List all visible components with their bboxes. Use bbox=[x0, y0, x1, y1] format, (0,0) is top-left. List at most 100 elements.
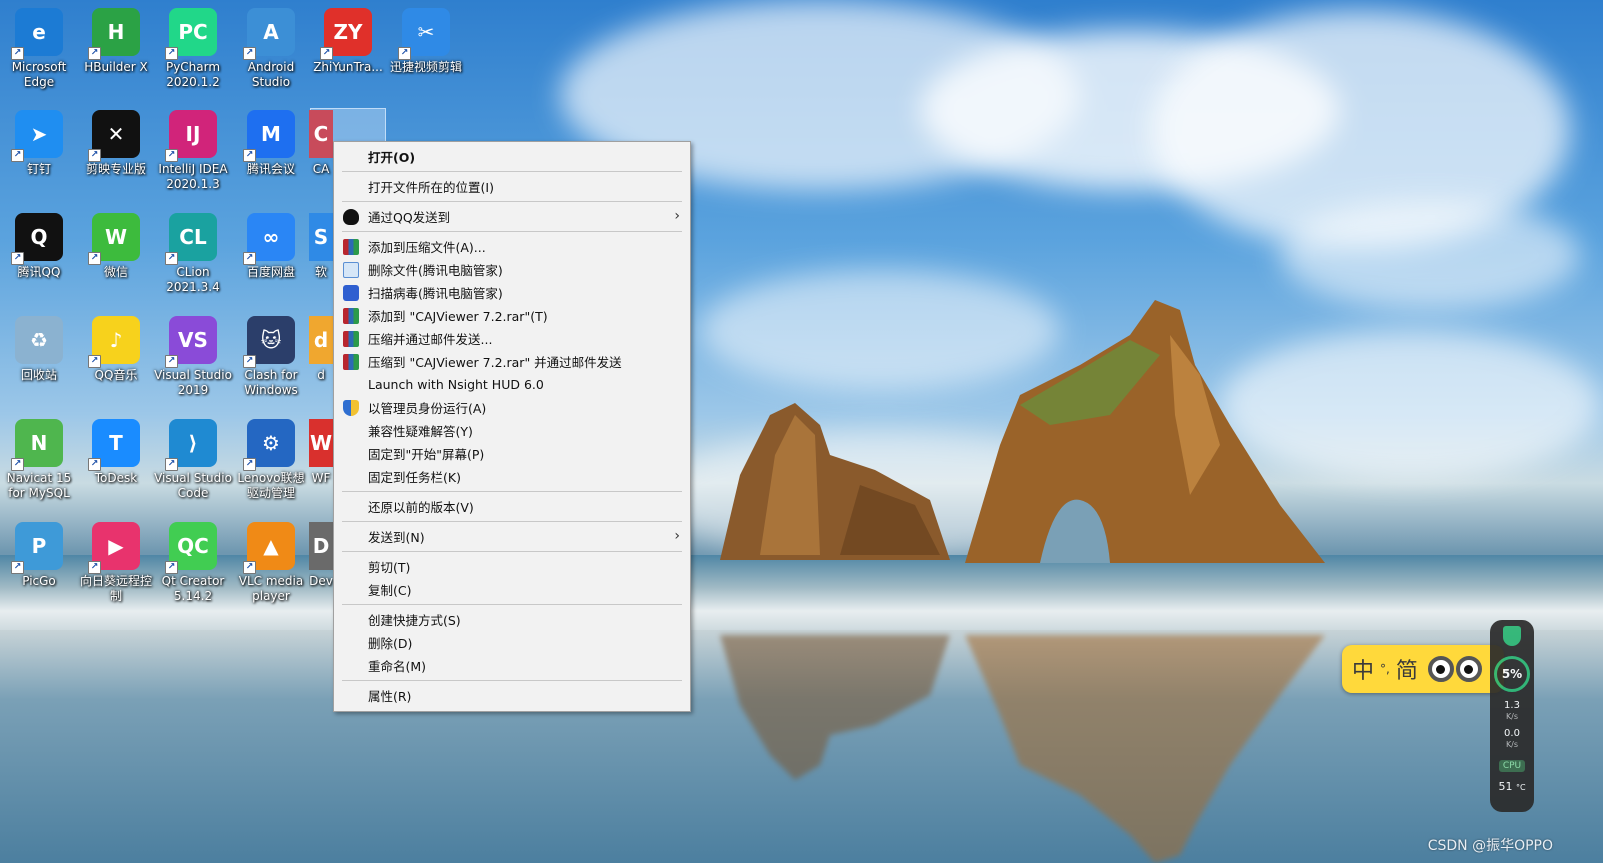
menu-item-run-as-admin[interactable]: 以管理员身份运行(A) bbox=[334, 396, 690, 419]
desktop-icon[interactable]: d↗ d bbox=[309, 316, 333, 383]
shortcut-arrow-icon: ↗ bbox=[165, 149, 178, 162]
desktop-icon-label: WF bbox=[311, 471, 331, 485]
menu-separator bbox=[342, 551, 682, 552]
desktop-icon[interactable]: 🐱 ↗ Clash for Windows bbox=[232, 316, 310, 398]
desktop-icon-label: 向日葵远程控制 bbox=[79, 574, 152, 603]
desktop-icon[interactable]: T ↗ ToDesk bbox=[77, 419, 155, 486]
menu-item-troubleshoot[interactable]: 兼容性疑难解答(Y) bbox=[334, 419, 690, 442]
system-monitor-widget[interactable]: 5% 1.3 K/s 0.0 K/s CPU 51 °C bbox=[1490, 620, 1534, 812]
desktop-icon-label: CLion 2021.3.4 bbox=[166, 265, 220, 294]
desktop-icon[interactable]: Q ↗ 腾讯QQ bbox=[0, 213, 78, 280]
ime-status-bar[interactable]: 中 °, 简 bbox=[1342, 645, 1504, 693]
ime-language-indicator[interactable]: 中 bbox=[1352, 653, 1374, 685]
menu-item-send-via-qq[interactable]: 通过QQ发送到 › bbox=[334, 205, 690, 228]
menu-item-add-to-rar[interactable]: 添加到 "CAJViewer 7.2.rar"(T) bbox=[334, 304, 690, 327]
menu-item-cut[interactable]: 剪切(T) bbox=[334, 555, 690, 578]
menu-item-add-to-archive[interactable]: 添加到压缩文件(A)... bbox=[334, 235, 690, 258]
shortcut-arrow-icon: ↗ bbox=[320, 47, 333, 60]
desktop-icon[interactable]: W ↗ 微信 bbox=[77, 213, 155, 280]
desktop-icon[interactable]: N ↗ Navicat 15 for MySQL bbox=[0, 419, 78, 501]
menu-item-send-to[interactable]: 发送到(N) › bbox=[334, 525, 690, 548]
download-speed-value: 0.0 bbox=[1504, 728, 1520, 739]
desktop-icon[interactable]: ⟩ ↗ Visual Studio Code bbox=[154, 419, 232, 501]
desktop-icon[interactable]: ZY ↗ ZhiYunTra... bbox=[309, 8, 387, 75]
menu-item-rename[interactable]: 重命名(M) bbox=[334, 654, 690, 677]
visual-studio-icon: VS ↗ bbox=[165, 316, 217, 368]
desktop-icon[interactable]: C↗ CA bbox=[309, 110, 333, 177]
desktop-icon-label: ToDesk bbox=[94, 471, 138, 485]
desktop-icon[interactable]: PC ↗ PyCharm 2020.1.2 bbox=[154, 8, 232, 90]
shortcut-arrow-icon: ↗ bbox=[165, 355, 178, 368]
desktop-icon[interactable]: P ↗ PicGo bbox=[0, 522, 78, 589]
menu-item-nsight-label: Launch with Nsight HUD 6.0 bbox=[368, 377, 544, 392]
menu-item-troubleshoot-label: 兼容性疑难解答(Y) bbox=[368, 424, 473, 439]
desktop-icon[interactable]: ✂ ↗ 迅捷视频剪辑 bbox=[387, 8, 465, 75]
menu-item-send-via-qq-label: 通过QQ发送到 bbox=[368, 210, 451, 225]
desktop-icon[interactable]: QC ↗ Qt Creator 5.14.2 bbox=[154, 522, 232, 604]
shortcut-arrow-icon: ↗ bbox=[243, 252, 256, 265]
menu-item-pin-start-label: 固定到"开始"屏幕(P) bbox=[368, 447, 485, 462]
menu-item-restore-versions[interactable]: 还原以前的版本(V) bbox=[334, 495, 690, 518]
shortcut-arrow-icon: ↗ bbox=[243, 355, 256, 368]
menu-item-scan-virus-label: 扫描病毒(腾讯电脑管家) bbox=[368, 286, 503, 301]
ime-punctuation-indicator[interactable]: °, bbox=[1380, 662, 1390, 676]
desktop-icon[interactable]: W↗ WF bbox=[309, 419, 333, 486]
menu-item-properties[interactable]: 属性(R) bbox=[334, 684, 690, 707]
desktop-icon[interactable]: e ↗ Microsoft Edge bbox=[0, 8, 78, 90]
uac-shield-icon bbox=[343, 400, 359, 416]
menu-item-delete-file-tencent[interactable]: 删除文件(腾讯电脑管家) bbox=[334, 258, 690, 281]
menu-item-create-shortcut[interactable]: 创建快捷方式(S) bbox=[334, 608, 690, 631]
menu-item-nsight[interactable]: Launch with Nsight HUD 6.0 bbox=[334, 373, 690, 396]
download-speed: 0.0 K/s bbox=[1504, 728, 1520, 750]
submenu-arrow-icon: › bbox=[674, 528, 680, 544]
desktop-icon[interactable]: ✕ ↗ 剪映专业版 bbox=[77, 110, 155, 177]
desktop-icon[interactable]: ♪ ↗ QQ音乐 bbox=[77, 316, 155, 383]
desktop-icon[interactable]: ▶ ↗ 向日葵远程控制 bbox=[77, 522, 155, 604]
desktop-icon[interactable]: A ↗ Android Studio bbox=[232, 8, 310, 90]
shortcut-arrow-icon: ↗ bbox=[11, 458, 24, 471]
ime-simplified-indicator[interactable]: 简 bbox=[1396, 653, 1418, 685]
menu-item-rename-label: 重命名(M) bbox=[368, 659, 427, 674]
menu-item-open[interactable]: 打开(O) bbox=[334, 145, 690, 168]
desktop-icon-label: Dev bbox=[309, 574, 333, 588]
menu-item-pin-taskbar[interactable]: 固定到任务栏(K) bbox=[334, 465, 690, 488]
shortcut-arrow-icon: ↗ bbox=[243, 561, 256, 574]
desktop-icon[interactable]: ♻ 回收站 bbox=[0, 316, 78, 383]
shortcut-arrow-icon: ↗ bbox=[243, 458, 256, 471]
desktop-icon[interactable]: CL ↗ CLion 2021.3.4 bbox=[154, 213, 232, 295]
desktop-icon[interactable]: H ↗ HBuilder X bbox=[77, 8, 155, 75]
desktop-icon[interactable]: VS ↗ Visual Studio 2019 bbox=[154, 316, 232, 398]
desktop-icon[interactable]: D↗ Dev bbox=[309, 522, 333, 589]
menu-item-compress-email-label: 压缩并通过邮件发送... bbox=[368, 332, 493, 347]
desktop-icon[interactable]: IJ ↗ IntelliJ IDEA 2020.1.3 bbox=[154, 110, 232, 192]
todesk-icon: T ↗ bbox=[88, 419, 140, 471]
shortcut-arrow-icon: ↗ bbox=[88, 355, 101, 368]
menu-item-delete[interactable]: 删除(D) bbox=[334, 631, 690, 654]
desktop-icon[interactable]: ∞ ↗ 百度网盘 bbox=[232, 213, 310, 280]
menu-item-pin-start[interactable]: 固定到"开始"屏幕(P) bbox=[334, 442, 690, 465]
picgo-icon: P ↗ bbox=[11, 522, 63, 574]
folder-icon: d↗ bbox=[309, 316, 333, 364]
software-icon: S↗ bbox=[309, 213, 333, 261]
qt-creator-icon: QC ↗ bbox=[165, 522, 217, 574]
desktop-icon[interactable]: ▲ ↗ VLC media player bbox=[232, 522, 310, 604]
shortcut-arrow-icon: ↗ bbox=[165, 561, 178, 574]
sunlogin-icon: ▶ ↗ bbox=[88, 522, 140, 574]
android-studio-icon: A ↗ bbox=[243, 8, 295, 60]
menu-item-compress-rar-email[interactable]: 压缩到 "CAJViewer 7.2.rar" 并通过邮件发送 bbox=[334, 350, 690, 373]
menu-item-compress-email[interactable]: 压缩并通过邮件发送... bbox=[334, 327, 690, 350]
desktop-icon-label: 迅捷视频剪辑 bbox=[389, 60, 462, 74]
desktop-icon-label: PyCharm 2020.1.2 bbox=[165, 60, 221, 89]
desktop-icon[interactable]: M ↗ 腾讯会议 bbox=[232, 110, 310, 177]
desktop-icon[interactable]: ⚙ ↗ Lenovo联想驱动管理 bbox=[232, 419, 310, 501]
desktop-icon[interactable]: S↗ 软 bbox=[309, 213, 333, 280]
menu-item-scan-virus[interactable]: 扫描病毒(腾讯电脑管家) bbox=[334, 281, 690, 304]
desktop-icon[interactable]: ➤ ↗ 钉钉 bbox=[0, 110, 78, 177]
menu-item-copy[interactable]: 复制(C) bbox=[334, 578, 690, 601]
menu-item-add-to-archive-label: 添加到压缩文件(A)... bbox=[368, 240, 486, 255]
shortcut-arrow-icon: ↗ bbox=[88, 47, 101, 60]
desktop-icon-label: 剪映专业版 bbox=[85, 162, 146, 176]
menu-item-delete-label: 删除(D) bbox=[368, 636, 413, 651]
upload-speed: 1.3 K/s bbox=[1504, 700, 1520, 722]
menu-item-open-location[interactable]: 打开文件所在的位置(I) bbox=[334, 175, 690, 198]
